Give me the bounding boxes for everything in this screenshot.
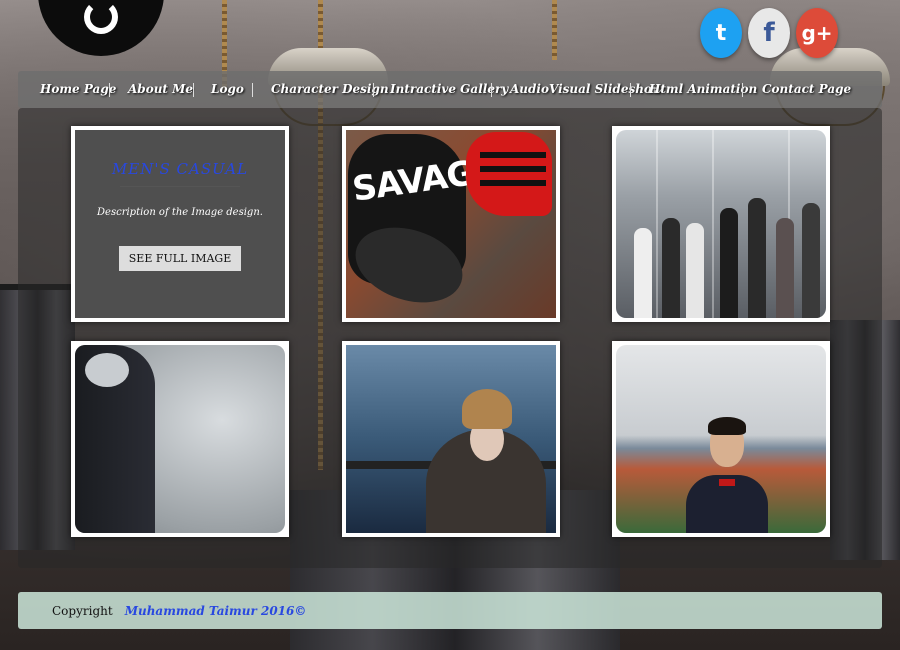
store-image [616,130,826,318]
cap-stripe [480,180,546,186]
snow-image [75,345,285,533]
title-divider [120,186,240,187]
hanging-rope [552,0,557,60]
nav-separator [742,83,743,97]
nav-separator [193,83,194,97]
gallery-card-snow[interactable] [71,341,289,537]
see-full-image-button[interactable]: SEE FULL IMAGE [118,246,242,271]
nav-contact-page[interactable]: Contact Page [762,82,851,96]
featured-title: MEN'S CASUAL [111,160,249,178]
copyright-author: Muhammad Taimur 2016© [124,603,307,618]
google-plus-icon[interactable]: g+ [796,8,838,58]
mannequin [802,203,820,318]
nav-separator [491,83,492,97]
hair [708,417,746,435]
nav-html-animation[interactable]: Html Animation [649,82,757,96]
twitter-icon[interactable]: t [700,8,742,58]
social-links: t f g+ [700,8,838,58]
mannequin [634,228,652,318]
main-nav: Home Page About Me Logo Character Design… [18,71,882,108]
nav-separator [109,83,110,97]
footer: Copyright Muhammad Taimur 2016© [18,592,882,629]
featured-overlay: MEN'S CASUAL Description of the Image de… [75,130,285,318]
mannequin [686,223,704,318]
mannequin [776,218,794,318]
gallery-card-store[interactable] [612,126,830,322]
gallery-card-caps[interactable]: SAVAGE [342,126,560,322]
window-frame [712,130,714,318]
mannequin [748,198,766,318]
fur-hat [462,389,512,429]
nav-audiovisual-slideshow[interactable]: AudioVisual Slideshow [510,82,662,96]
bowtie [719,479,735,486]
window-frame [656,130,658,318]
nav-separator [373,83,374,97]
winter-portrait-image [346,345,556,533]
logo-mark-icon [84,0,118,34]
nav-about[interactable]: About Me [128,82,193,96]
red-cap [466,132,552,216]
mannequin [720,208,738,318]
facebook-icon[interactable]: f [748,8,790,58]
gallery-card-winter[interactable] [342,341,560,537]
nav-home[interactable]: Home Page [40,82,116,96]
featured-description: Description of the Image design. [97,207,263,218]
nav-character-design[interactable]: Character Design [271,82,389,96]
nav-logo[interactable]: Logo [211,82,244,96]
nav-separator [630,83,631,97]
gentleman-image [616,345,826,533]
mannequin [662,218,680,318]
caps-image: SAVAGE [346,130,556,318]
gallery-card-featured[interactable]: MEN'S CASUAL Description of the Image de… [71,126,289,322]
cap-stripe [480,152,546,158]
cap-stripe [480,166,546,172]
nav-separator [252,83,253,97]
gallery-card-gentleman[interactable] [612,341,830,537]
site-logo[interactable] [38,0,164,56]
copyright-label: Copyright [52,603,113,618]
mittens [85,353,129,387]
